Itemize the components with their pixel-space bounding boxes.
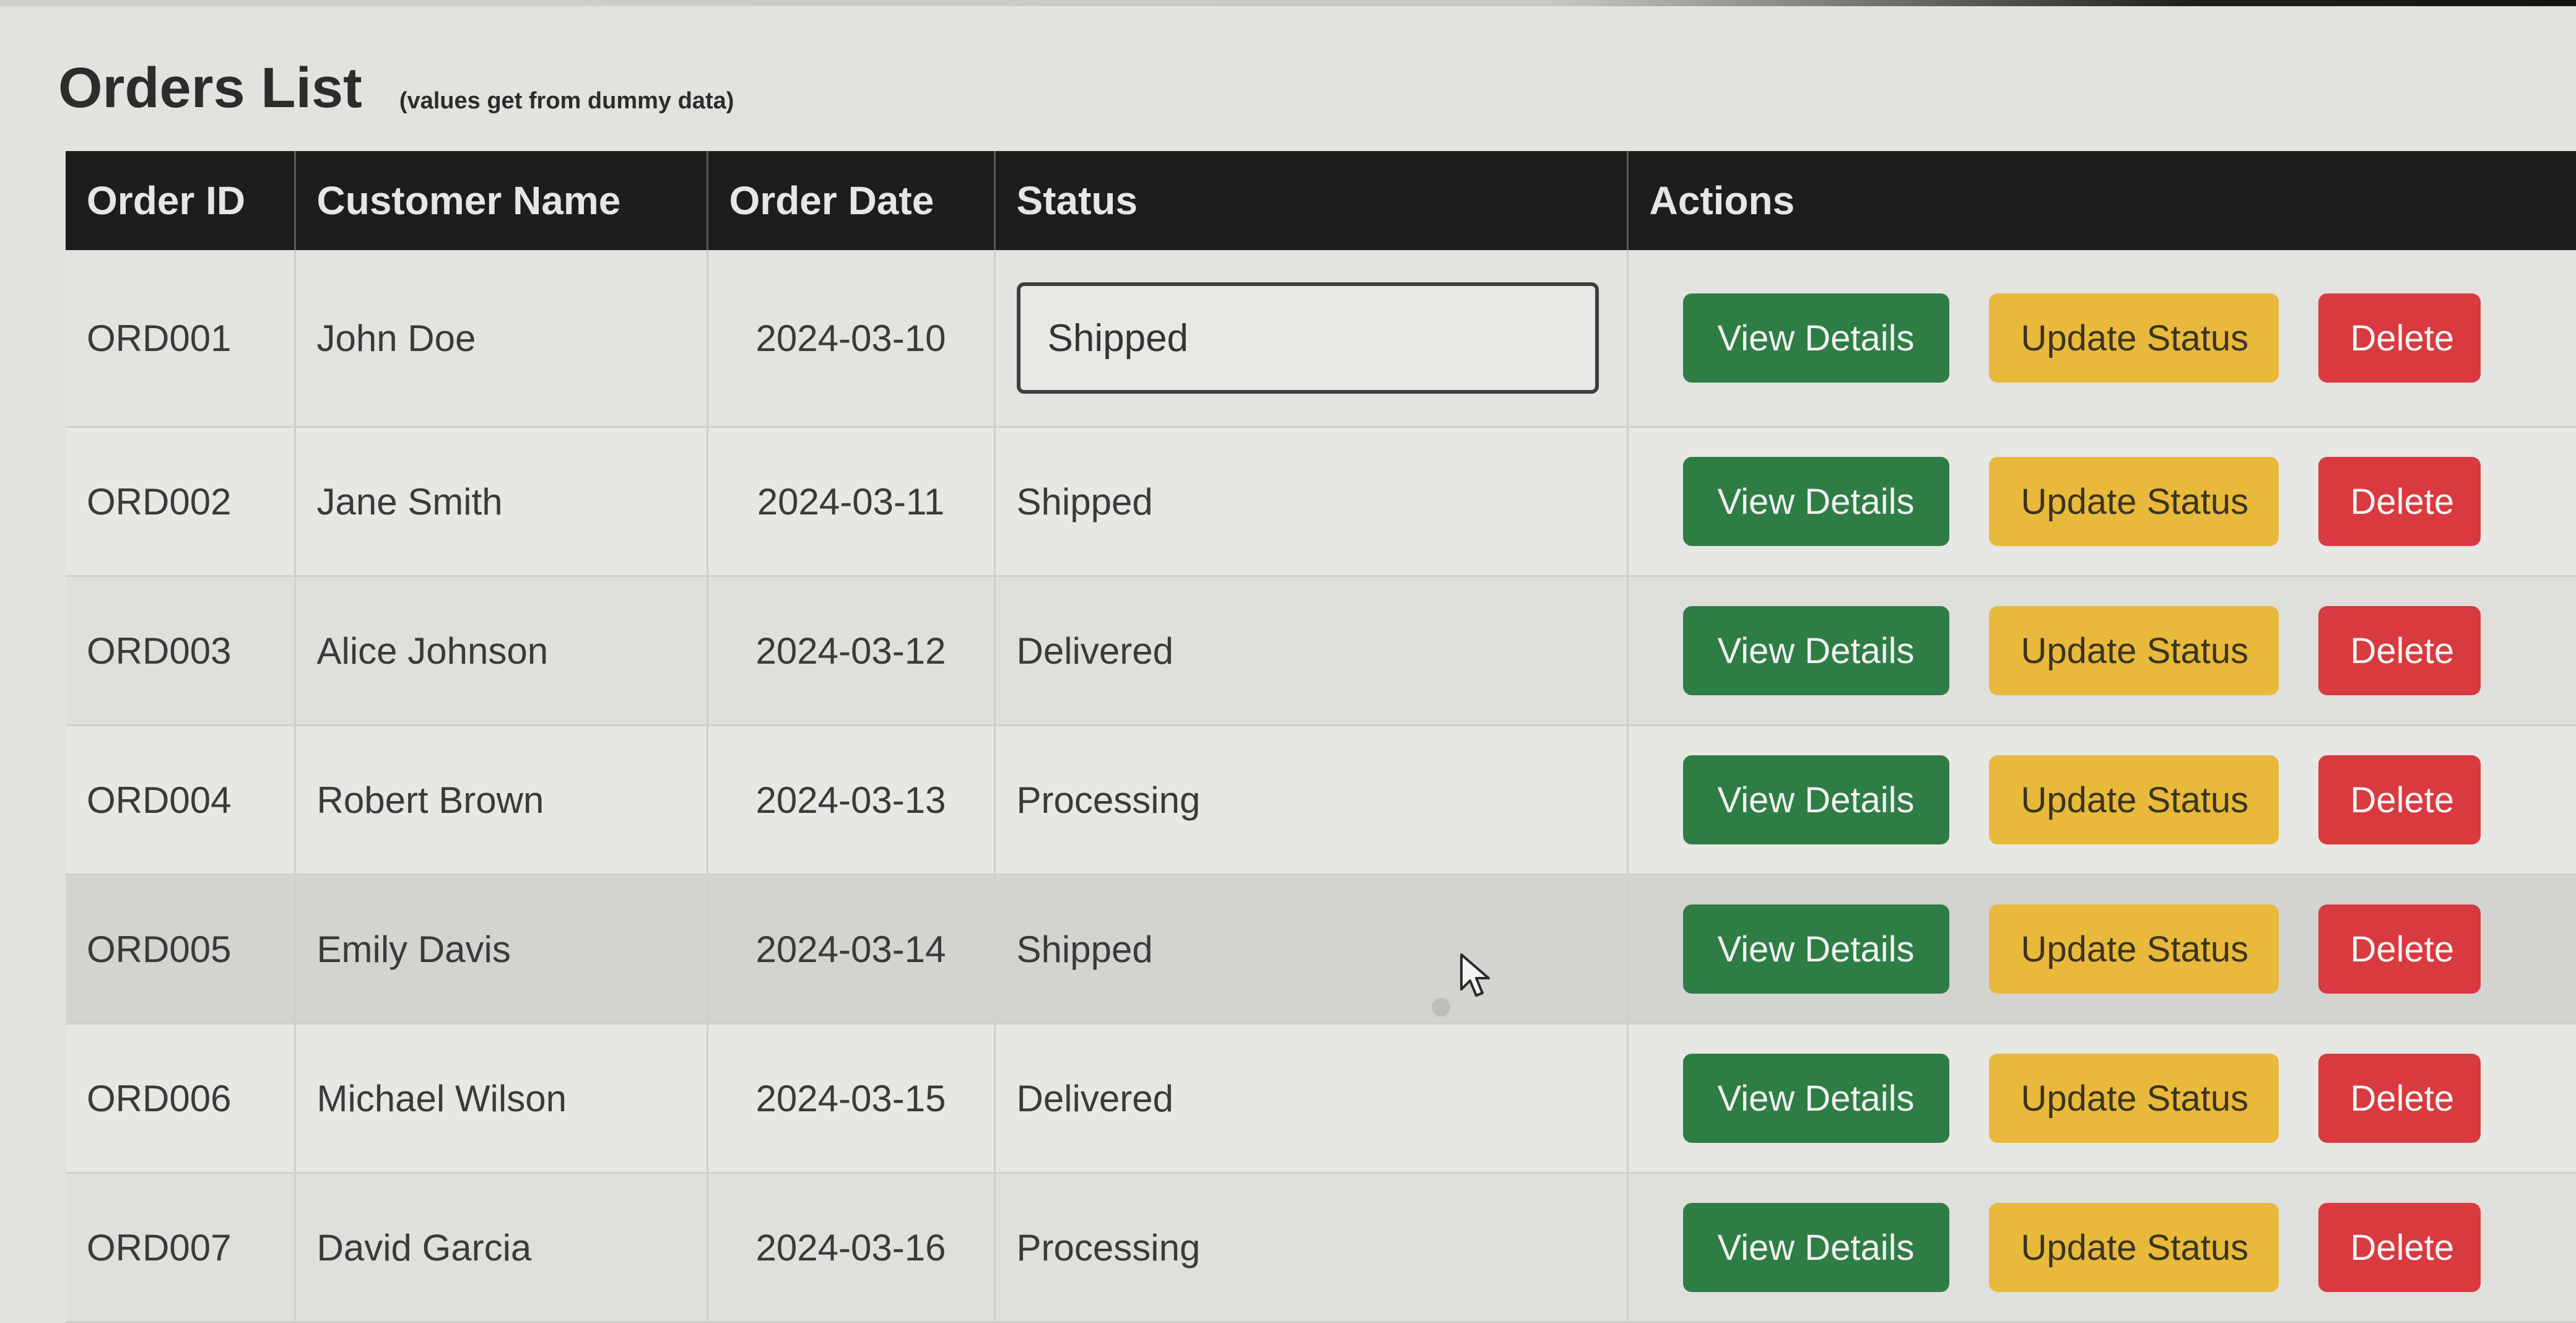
row-actions: View Details Update Status Delete xyxy=(1650,755,2559,844)
order-date-cell: 2024-03-12 xyxy=(707,576,996,726)
order-date-cell: 2024-03-13 xyxy=(707,725,996,875)
orders-page: Orders List (values get from dummy data)… xyxy=(0,0,2576,1323)
customer-name-cell: David Garcia xyxy=(295,1173,708,1323)
table-row: ORD007 David Garcia 2024-03-16 Processin… xyxy=(66,1173,2576,1323)
order-id-cell: ORD004 xyxy=(66,725,296,875)
row-actions: View Details Update Status Delete xyxy=(1650,904,2559,994)
delete-button[interactable]: Delete xyxy=(2318,1203,2481,1292)
status-edit-input[interactable] xyxy=(1016,282,1599,394)
title-row: Orders List (values get from dummy data) xyxy=(58,59,734,116)
order-id-cell: ORD003 xyxy=(66,576,296,726)
column-header-customer-name[interactable]: Customer Name xyxy=(295,151,708,250)
view-details-button[interactable]: View Details xyxy=(1682,606,1949,695)
actions-cell: View Details Update Status Delete xyxy=(1627,250,2576,428)
table-row: ORD004 Robert Brown 2024-03-13 Processin… xyxy=(66,725,2576,875)
delete-button[interactable]: Delete xyxy=(2318,457,2481,546)
view-details-button[interactable]: View Details xyxy=(1682,293,1949,383)
update-status-button[interactable]: Update Status xyxy=(1988,1203,2279,1292)
page-title: Orders List xyxy=(58,56,362,119)
table-body: ORD001 John Doe 2024-03-10 View Details … xyxy=(66,250,2576,1323)
order-id-cell: ORD006 xyxy=(66,1023,296,1174)
order-date-cell: 2024-03-10 xyxy=(707,250,996,428)
view-details-button[interactable]: View Details xyxy=(1682,457,1949,546)
status-cell: Delivered xyxy=(994,1023,1629,1174)
actions-cell: View Details Update Status Delete xyxy=(1627,576,2576,726)
delete-button[interactable]: Delete xyxy=(2318,1054,2481,1143)
status-cell: Processing xyxy=(994,725,1629,875)
table-header: Order ID Customer Name Order Date Status… xyxy=(66,151,2576,250)
status-cell xyxy=(994,250,1629,428)
view-details-button[interactable]: View Details xyxy=(1682,904,1949,994)
delete-button[interactable]: Delete xyxy=(2318,755,2481,844)
actions-cell: View Details Update Status Delete xyxy=(1627,427,2576,577)
order-date-cell: 2024-03-15 xyxy=(707,1023,996,1174)
delete-button[interactable]: Delete xyxy=(2318,904,2481,994)
status-cell: Delivered xyxy=(994,576,1629,726)
column-header-actions: Actions xyxy=(1627,151,2576,250)
order-id-cell: ORD001 xyxy=(66,250,296,428)
row-actions: View Details Update Status Delete xyxy=(1650,457,2559,546)
row-actions: View Details Update Status Delete xyxy=(1650,1054,2559,1143)
row-actions: View Details Update Status Delete xyxy=(1650,606,2559,695)
customer-name-cell: John Doe xyxy=(295,250,708,428)
column-header-order-date[interactable]: Order Date xyxy=(707,151,996,250)
update-status-button[interactable]: Update Status xyxy=(1988,904,2279,994)
orders-table: Order ID Customer Name Order Date Status… xyxy=(66,151,2576,1323)
update-status-button[interactable]: Update Status xyxy=(1988,606,2279,695)
customer-name-cell: Robert Brown xyxy=(295,725,708,875)
column-header-status[interactable]: Status xyxy=(994,151,1629,250)
view-details-button[interactable]: View Details xyxy=(1682,755,1949,844)
update-status-button[interactable]: Update Status xyxy=(1988,1054,2279,1143)
status-cell: Shipped xyxy=(994,427,1629,577)
status-cell: Processing xyxy=(994,1173,1629,1323)
order-date-cell: 2024-03-14 xyxy=(707,874,996,1025)
customer-name-cell: Emily Davis xyxy=(295,874,708,1025)
customer-name-cell: Michael Wilson xyxy=(295,1023,708,1174)
actions-cell: View Details Update Status Delete xyxy=(1627,1173,2576,1323)
actions-cell: View Details Update Status Delete xyxy=(1627,725,2576,875)
customer-name-cell: Alice Johnson xyxy=(295,576,708,726)
row-actions: View Details Update Status Delete xyxy=(1650,1203,2559,1292)
table-row: ORD005 Emily Davis 2024-03-14 Shipped Vi… xyxy=(66,874,2576,1025)
table-row: ORD006 Michael Wilson 2024-03-15 Deliver… xyxy=(66,1023,2576,1174)
order-id-cell: ORD005 xyxy=(66,874,296,1025)
header-row: Order ID Customer Name Order Date Status… xyxy=(66,151,2576,250)
update-status-button[interactable]: Update Status xyxy=(1988,293,2279,383)
row-actions: View Details Update Status Delete xyxy=(1650,293,2559,383)
actions-cell: View Details Update Status Delete xyxy=(1627,874,2576,1025)
status-cell: Shipped xyxy=(994,874,1629,1025)
order-id-cell: ORD007 xyxy=(66,1173,296,1323)
table-row: ORD001 John Doe 2024-03-10 View Details … xyxy=(66,250,2576,428)
delete-button[interactable]: Delete xyxy=(2318,293,2481,383)
view-details-button[interactable]: View Details xyxy=(1682,1203,1949,1292)
mouse-pointer-icon xyxy=(1460,953,1490,997)
table-row: ORD003 Alice Johnson 2024-03-12 Delivere… xyxy=(66,576,2576,726)
order-date-cell: 2024-03-11 xyxy=(707,427,996,577)
column-header-order-id[interactable]: Order ID xyxy=(66,151,296,250)
table-row: ORD002 Jane Smith 2024-03-11 Shipped Vie… xyxy=(66,427,2576,577)
update-status-button[interactable]: Update Status xyxy=(1988,457,2279,546)
customer-name-cell: Jane Smith xyxy=(295,427,708,577)
view-details-button[interactable]: View Details xyxy=(1682,1054,1949,1143)
actions-cell: View Details Update Status Delete xyxy=(1627,1023,2576,1174)
small-dot-artifact xyxy=(1432,998,1450,1017)
page-subtitle: (values get from dummy data) xyxy=(399,88,734,114)
order-id-cell: ORD002 xyxy=(66,427,296,577)
delete-button[interactable]: Delete xyxy=(2318,606,2481,695)
order-date-cell: 2024-03-16 xyxy=(707,1173,996,1323)
update-status-button[interactable]: Update Status xyxy=(1988,755,2279,844)
